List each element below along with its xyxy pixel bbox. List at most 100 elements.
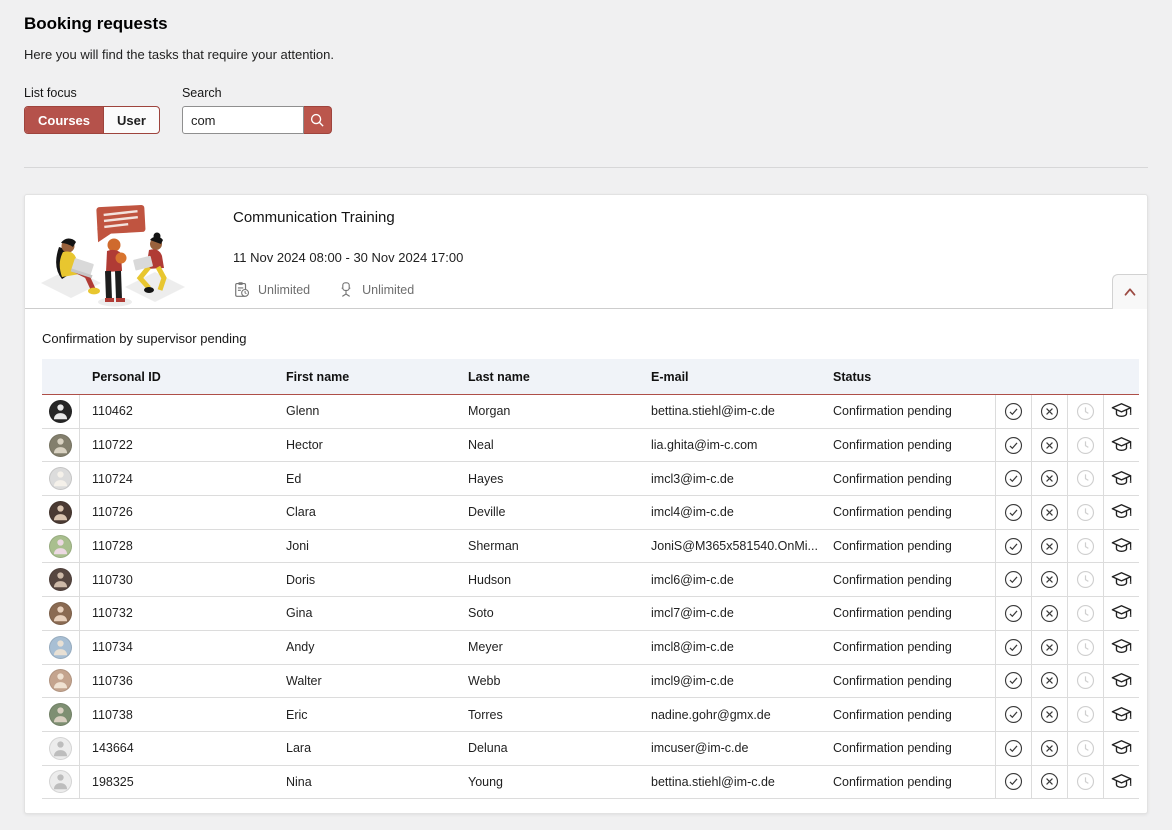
decline-button[interactable] xyxy=(1032,395,1067,428)
avatar xyxy=(49,770,72,793)
graduate-button[interactable] xyxy=(1104,563,1139,596)
table-row: 110722 Hector Neal lia.ghita@im-c.com Co… xyxy=(42,429,1139,463)
graduation-cap-icon xyxy=(1111,436,1132,454)
collapse-button[interactable] xyxy=(1112,274,1147,309)
toggle-user-button[interactable]: User xyxy=(103,107,159,133)
check-circle-icon xyxy=(1004,739,1023,758)
graduate-button[interactable] xyxy=(1104,597,1139,630)
graduate-button[interactable] xyxy=(1104,665,1139,698)
graduate-button[interactable] xyxy=(1104,698,1139,731)
waiting-list-button xyxy=(1068,496,1103,529)
status-cell: Confirmation pending xyxy=(821,775,995,789)
graduate-button[interactable] xyxy=(1104,631,1139,664)
approve-button[interactable] xyxy=(996,631,1031,664)
table-row: 110734 Andy Meyer imcl8@im-c.de Confirma… xyxy=(42,631,1139,665)
search-input[interactable] xyxy=(182,106,304,134)
decline-button[interactable] xyxy=(1032,766,1067,799)
decline-button[interactable] xyxy=(1032,429,1067,462)
approve-button[interactable] xyxy=(996,395,1031,428)
approve-button[interactable] xyxy=(996,496,1031,529)
decline-button[interactable] xyxy=(1032,698,1067,731)
first-name-cell: Walter xyxy=(274,674,456,688)
email-cell: lia.ghita@im-c.com xyxy=(639,438,821,452)
graduate-button[interactable] xyxy=(1104,496,1139,529)
approve-cell xyxy=(995,395,1031,428)
graduate-button[interactable] xyxy=(1104,732,1139,765)
decline-button[interactable] xyxy=(1032,665,1067,698)
graduate-button[interactable] xyxy=(1104,395,1139,428)
table-row: 110738 Eric Torres nadine.gohr@gmx.de Co… xyxy=(42,698,1139,732)
graduate-cell xyxy=(1103,665,1139,698)
column-header-first-name: First name xyxy=(274,370,456,384)
approve-button[interactable] xyxy=(996,665,1031,698)
check-circle-icon xyxy=(1004,503,1023,522)
decline-cell xyxy=(1031,563,1067,596)
approve-button[interactable] xyxy=(996,732,1031,765)
course-info: Communication Training 11 Nov 2024 08:00… xyxy=(201,195,463,308)
first-name-cell: Andy xyxy=(274,640,456,654)
list-focus-block: List focus Courses User xyxy=(24,86,160,134)
decline-button[interactable] xyxy=(1032,597,1067,630)
x-circle-icon xyxy=(1040,604,1059,623)
decline-cell xyxy=(1031,496,1067,529)
personal-id-cell: 110722 xyxy=(80,438,274,452)
course-dates: 11 Nov 2024 08:00 - 30 Nov 2024 17:00 xyxy=(233,250,463,265)
avatar xyxy=(49,636,72,659)
person-silhouette-icon xyxy=(50,400,71,422)
status-cell: Confirmation pending xyxy=(821,505,995,519)
approve-button[interactable] xyxy=(996,530,1031,563)
decline-cell xyxy=(1031,395,1067,428)
approve-button[interactable] xyxy=(996,597,1031,630)
x-circle-icon xyxy=(1040,705,1059,724)
booking-deadline-value: Unlimited xyxy=(258,283,310,297)
personal-id-cell: 143664 xyxy=(80,741,274,755)
decline-cell xyxy=(1031,732,1067,765)
waiting-list-button xyxy=(1068,665,1103,698)
graduate-cell xyxy=(1103,530,1139,563)
search-icon xyxy=(308,111,326,129)
last-name-cell: Deville xyxy=(456,505,639,519)
clock-icon xyxy=(1076,402,1095,421)
approve-button[interactable] xyxy=(996,698,1031,731)
clock-icon xyxy=(1076,638,1095,657)
table-row: 198325 Nina Young bettina.stiehl@im-c.de… xyxy=(42,766,1139,800)
page: Booking requests Here you will find the … xyxy=(0,0,1172,814)
table-row: 110462 Glenn Morgan bettina.stiehl@im-c.… xyxy=(42,395,1139,429)
waiting-list-cell xyxy=(1067,766,1103,799)
decline-cell xyxy=(1031,631,1067,664)
decline-button[interactable] xyxy=(1032,462,1067,495)
graduate-button[interactable] xyxy=(1104,429,1139,462)
check-circle-icon xyxy=(1004,604,1023,623)
person-silhouette-icon xyxy=(50,501,71,523)
free-seats-icon xyxy=(338,281,354,298)
graduate-button[interactable] xyxy=(1104,766,1139,799)
decline-button[interactable] xyxy=(1032,732,1067,765)
toggle-courses-button[interactable]: Courses xyxy=(25,107,103,133)
column-header-status: Status xyxy=(821,370,995,384)
approve-cell xyxy=(995,530,1031,563)
graduate-cell xyxy=(1103,395,1139,428)
graduate-button[interactable] xyxy=(1104,530,1139,563)
decline-button[interactable] xyxy=(1032,631,1067,664)
decline-button[interactable] xyxy=(1032,530,1067,563)
decline-button[interactable] xyxy=(1032,496,1067,529)
last-name-cell: Hudson xyxy=(456,573,639,587)
email-cell: JoniS@M365x581540.OnMi... xyxy=(639,539,821,553)
email-cell: bettina.stiehl@im-c.de xyxy=(639,775,821,789)
status-cell: Confirmation pending xyxy=(821,708,995,722)
avatar xyxy=(49,737,72,760)
avatar xyxy=(49,669,72,692)
person-silhouette-icon xyxy=(50,770,71,792)
avatar xyxy=(49,467,72,490)
graduate-button[interactable] xyxy=(1104,462,1139,495)
search-button[interactable] xyxy=(304,106,332,134)
section-title: Confirmation by supervisor pending xyxy=(42,331,1130,346)
approve-button[interactable] xyxy=(996,563,1031,596)
last-name-cell: Hayes xyxy=(456,472,639,486)
approve-button[interactable] xyxy=(996,462,1031,495)
column-header-last-name: Last name xyxy=(456,370,639,384)
decline-button[interactable] xyxy=(1032,563,1067,596)
approve-button[interactable] xyxy=(996,429,1031,462)
personal-id-cell: 110726 xyxy=(80,505,274,519)
approve-button[interactable] xyxy=(996,766,1031,799)
